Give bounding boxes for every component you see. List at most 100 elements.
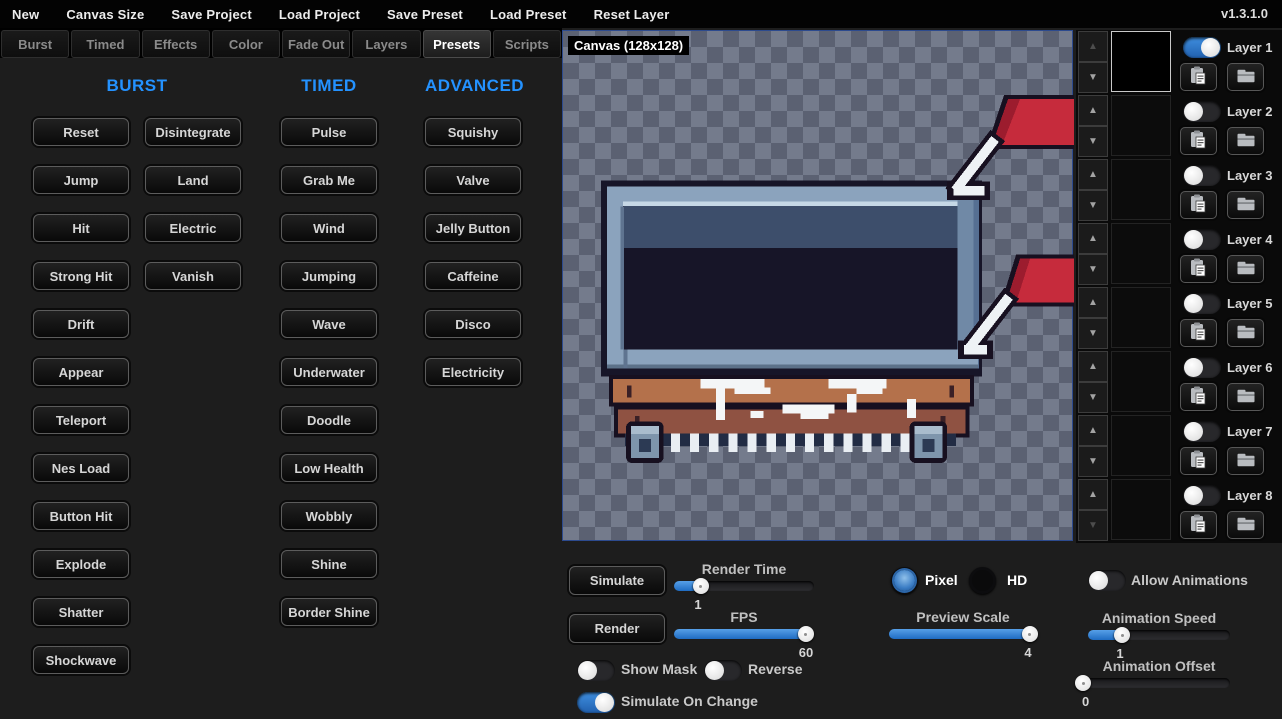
- preset-button-valve[interactable]: Valve: [425, 166, 521, 194]
- paste-layer-button[interactable]: [1180, 63, 1217, 91]
- layer-visibility-toggle[interactable]: [1183, 101, 1221, 122]
- preset-button-reset[interactable]: Reset: [33, 118, 129, 146]
- load-layer-image-button[interactable]: [1227, 383, 1264, 411]
- layer-move-up-button[interactable]: ▲: [1078, 95, 1108, 126]
- preset-button-vanish[interactable]: Vanish: [145, 262, 241, 290]
- paste-layer-button[interactable]: [1180, 511, 1217, 539]
- preset-button-wave[interactable]: Wave: [281, 310, 377, 338]
- load-layer-image-button[interactable]: [1227, 319, 1264, 347]
- slider-handle[interactable]: [798, 626, 814, 642]
- preset-button-pulse[interactable]: Pulse: [281, 118, 377, 146]
- preview-scale-slider[interactable]: [889, 629, 1037, 639]
- load-layer-image-button[interactable]: [1227, 255, 1264, 283]
- preset-button-jelly-button[interactable]: Jelly Button: [425, 214, 521, 242]
- animation-offset-slider[interactable]: [1082, 678, 1230, 688]
- render-time-slider[interactable]: [674, 581, 814, 591]
- render-button[interactable]: Render: [569, 614, 665, 643]
- layer-thumbnail[interactable]: [1111, 415, 1171, 476]
- preset-button-nes-load[interactable]: Nes Load: [33, 454, 129, 482]
- preset-button-hit[interactable]: Hit: [33, 214, 129, 242]
- paste-layer-button[interactable]: [1180, 447, 1217, 475]
- layer-move-down-button[interactable]: ▼: [1078, 318, 1108, 349]
- allow-animations-toggle[interactable]: [1088, 570, 1126, 591]
- layer-move-down-button[interactable]: ▼: [1078, 254, 1108, 285]
- tab-effects[interactable]: Effects: [142, 30, 210, 58]
- preset-button-teleport[interactable]: Teleport: [33, 406, 129, 434]
- preset-button-land[interactable]: Land: [145, 166, 241, 194]
- layer-move-up-button[interactable]: ▲: [1078, 287, 1108, 318]
- preset-button-wind[interactable]: Wind: [281, 214, 377, 242]
- layer-move-up-button[interactable]: ▲: [1078, 479, 1108, 510]
- preset-button-grab-me[interactable]: Grab Me: [281, 166, 377, 194]
- hd-radio[interactable]: [969, 567, 996, 594]
- preset-button-appear[interactable]: Appear: [33, 358, 129, 386]
- tab-burst[interactable]: Burst: [1, 30, 69, 58]
- preset-button-strong-hit[interactable]: Strong Hit: [33, 262, 129, 290]
- layer-move-up-button[interactable]: ▲: [1078, 351, 1108, 382]
- menu-item-canvas-size[interactable]: Canvas Size: [66, 7, 144, 22]
- reverse-toggle[interactable]: [704, 660, 742, 681]
- paste-layer-button[interactable]: [1180, 127, 1217, 155]
- layer-visibility-toggle[interactable]: [1183, 37, 1221, 58]
- layer-thumbnail[interactable]: [1111, 95, 1171, 156]
- layer-move-down-button[interactable]: ▼: [1078, 126, 1108, 157]
- tab-presets[interactable]: Presets: [423, 30, 491, 58]
- load-layer-image-button[interactable]: [1227, 447, 1264, 475]
- load-layer-image-button[interactable]: [1227, 191, 1264, 219]
- layer-thumbnail[interactable]: [1111, 351, 1171, 412]
- preset-button-jumping[interactable]: Jumping: [281, 262, 377, 290]
- preset-button-shockwave[interactable]: Shockwave: [33, 646, 129, 674]
- load-layer-image-button[interactable]: [1227, 511, 1264, 539]
- preset-button-shatter[interactable]: Shatter: [33, 598, 129, 626]
- menu-item-load-preset[interactable]: Load Preset: [490, 7, 567, 22]
- layer-move-down-button[interactable]: ▼: [1078, 62, 1108, 93]
- menu-item-load-project[interactable]: Load Project: [279, 7, 360, 22]
- paste-layer-button[interactable]: [1180, 383, 1217, 411]
- preset-button-button-hit[interactable]: Button Hit: [33, 502, 129, 530]
- preset-button-disco[interactable]: Disco: [425, 310, 521, 338]
- preset-button-shine[interactable]: Shine: [281, 550, 377, 578]
- menu-item-save-project[interactable]: Save Project: [171, 7, 251, 22]
- layer-visibility-toggle[interactable]: [1183, 421, 1221, 442]
- layer-move-down-button[interactable]: ▼: [1078, 510, 1108, 541]
- layer-move-up-button[interactable]: ▲: [1078, 31, 1108, 62]
- layer-visibility-toggle[interactable]: [1183, 165, 1221, 186]
- layer-visibility-toggle[interactable]: [1183, 229, 1221, 250]
- layer-visibility-toggle[interactable]: [1183, 485, 1221, 506]
- layer-visibility-toggle[interactable]: [1183, 357, 1221, 378]
- menu-item-new[interactable]: New: [12, 7, 39, 22]
- preset-button-disintegrate[interactable]: Disintegrate: [145, 118, 241, 146]
- slider-handle[interactable]: [1075, 675, 1091, 691]
- tab-scripts[interactable]: Scripts: [493, 30, 561, 58]
- layer-thumbnail[interactable]: [1111, 479, 1171, 540]
- preset-button-electric[interactable]: Electric: [145, 214, 241, 242]
- tab-fade-out[interactable]: Fade Out: [282, 30, 350, 58]
- tab-timed[interactable]: Timed: [71, 30, 139, 58]
- layer-move-down-button[interactable]: ▼: [1078, 190, 1108, 221]
- preset-button-low-health[interactable]: Low Health: [281, 454, 377, 482]
- layer-move-down-button[interactable]: ▼: [1078, 382, 1108, 413]
- paste-layer-button[interactable]: [1180, 319, 1217, 347]
- slider-handle[interactable]: [693, 578, 709, 594]
- layer-move-up-button[interactable]: ▲: [1078, 415, 1108, 446]
- paste-layer-button[interactable]: [1180, 191, 1217, 219]
- simulate-button[interactable]: Simulate: [569, 566, 665, 595]
- slider-handle[interactable]: [1022, 626, 1038, 642]
- layer-move-down-button[interactable]: ▼: [1078, 446, 1108, 477]
- show-mask-toggle[interactable]: [577, 660, 615, 681]
- tab-color[interactable]: Color: [212, 30, 280, 58]
- preset-button-wobbly[interactable]: Wobbly: [281, 502, 377, 530]
- preset-button-explode[interactable]: Explode: [33, 550, 129, 578]
- slider-handle[interactable]: [1114, 627, 1130, 643]
- layer-thumbnail[interactable]: [1111, 31, 1171, 92]
- load-layer-image-button[interactable]: [1227, 63, 1264, 91]
- preset-button-electricity[interactable]: Electricity: [425, 358, 521, 386]
- preset-button-squishy[interactable]: Squishy: [425, 118, 521, 146]
- layer-visibility-toggle[interactable]: [1183, 293, 1221, 314]
- simulate-on-change-toggle[interactable]: [577, 692, 615, 713]
- paste-layer-button[interactable]: [1180, 255, 1217, 283]
- preset-button-jump[interactable]: Jump: [33, 166, 129, 194]
- tab-layers[interactable]: Layers: [352, 30, 420, 58]
- canvas-viewport[interactable]: Canvas (128x128): [562, 30, 1073, 541]
- layer-move-up-button[interactable]: ▲: [1078, 159, 1108, 190]
